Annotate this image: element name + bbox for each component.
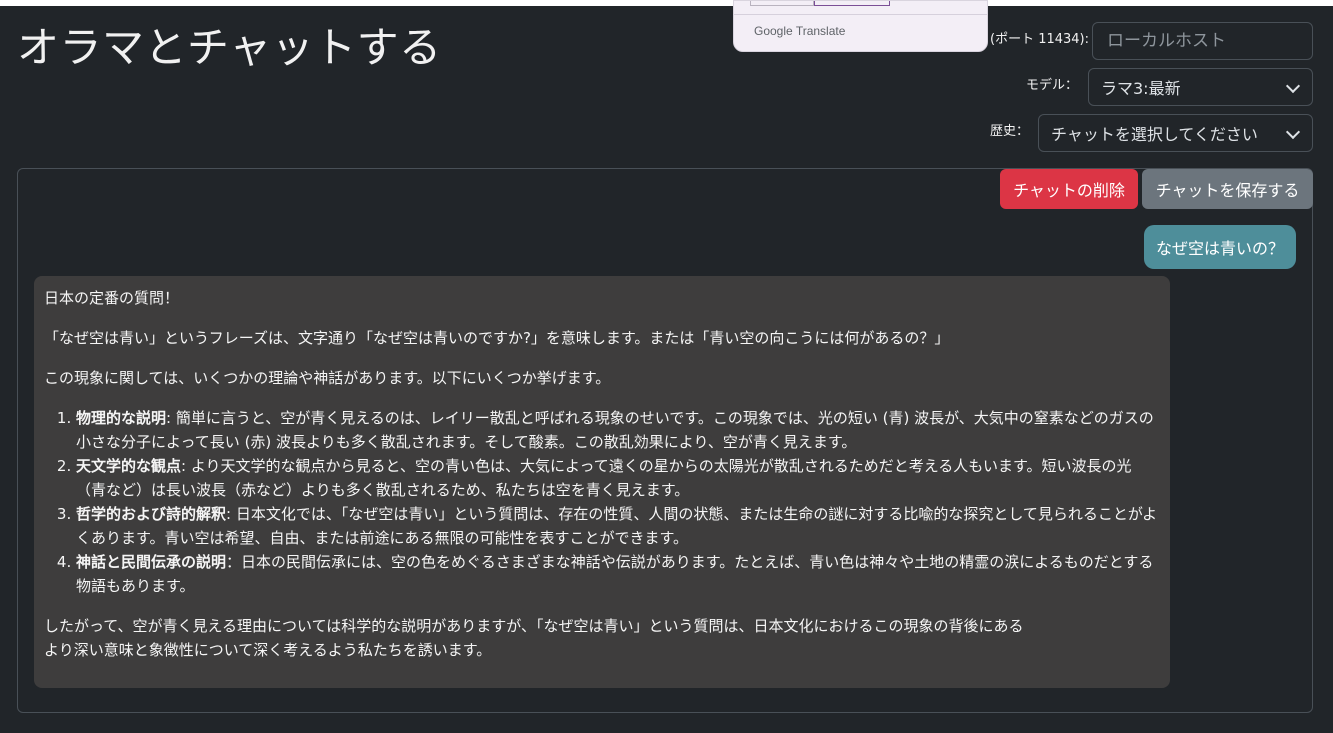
save-chat-button[interactable]: チャットを保存する [1142,169,1313,209]
response-list: 物理的な説明: 簡単に言うと、空が青く見えるのは、レイリー散乱と呼ばれる現象のせ… [44,406,1160,598]
chevron-down-icon [1285,124,1301,140]
google-translate-logo: Google Translate [754,24,845,38]
history-select[interactable]: チャットを選択してください [1038,114,1313,152]
translate-wordmark: Translate [795,24,846,38]
divider [734,14,987,15]
google-translate-popup: Google Translate [733,0,988,52]
list-item-text: ：日本の民間伝承には、空の色をめぐるさまざまな神話や伝説があります。たとえば、青… [76,553,1154,595]
page-title: オラマとチャットする [17,23,442,72]
list-item: 神話と民間伝承の説明：日本の民間伝承には、空の色をめぐるさまざまな神話や伝説があ… [76,550,1160,598]
host-label: (ポート 11434): [990,32,1090,47]
delete-chat-button[interactable]: チャットの削除 [1000,169,1138,209]
translate-tab[interactable] [750,1,814,6]
list-item-text: : 簡単に言うと、空が青く見えるのは、レイリー散乱と呼ばれる現象のせいです。この… [76,409,1154,451]
user-message-bubble: なぜ空は青いの？ [1143,225,1296,269]
assistant-message-bubble: 日本の定番の質問！ 「なぜ空は青い」というフレーズは、文字通り「なぜ空は青いので… [34,276,1170,688]
model-label: モデル： [1026,78,1079,93]
history-selected-value: チャットを選択してください [1051,125,1258,144]
google-wordmark: Google [754,24,793,38]
list-item-text: : より天文学的な観点から見ると、空の青い色は、大気によって遠くの星からの太陽光… [76,457,1132,499]
host-field[interactable] [1092,22,1313,60]
response-paragraph: この現象に関しては、いくつかの理論や神話があります。以下にいくつか挙げます。 [44,369,611,387]
list-item-title: 哲学的および詩的解釈 [76,505,227,523]
browser-top-edge [0,0,1333,6]
chat-panel: チャットの削除 チャットを保存する なぜ空は青いの？ 日本の定番の質問！ 「なぜ… [17,168,1313,713]
response-intro: 日本の定番の質問！ [44,289,180,307]
model-select[interactable]: ラマ3:最新 [1088,68,1313,106]
host-input[interactable] [1105,30,1300,52]
list-item-title: 物理的な説明 [76,409,167,427]
conclusion-line: したがって、空が青く見える理由については科学的な説明がありますが、「なぜ空は青い… [44,617,1024,635]
model-selected-value: ラマ3:最新 [1101,79,1181,98]
list-item: 哲学的および詩的解釈: 日本文化では、「なぜ空は青い」という質問は、存在の性質、… [76,502,1160,550]
chevron-down-icon [1285,78,1301,94]
history-label: 歴史： [990,124,1030,139]
list-item-title: 神話と民間伝承の説明 [76,553,227,571]
response-conclusion: したがって、空が青く見える理由については科学的な説明がありますが、「なぜ空は青い… [44,614,1160,662]
list-item: 物理的な説明: 簡単に言うと、空が青く見えるのは、レイリー散乱と呼ばれる現象のせ… [76,406,1160,454]
list-item-title: 天文学的な観点 [76,457,182,475]
list-item: 天文学的な観点: より天文学的な観点から見ると、空の青い色は、大気によって遠くの… [76,454,1160,502]
conclusion-line: より深い意味と象徴性について深く考えるよう私たちを誘います。 [44,641,492,659]
list-item-text: : 日本文化では、「なぜ空は青い」という質問は、存在の性質、人間の状態、または生… [76,505,1158,547]
response-paragraph: 「なぜ空は青い」というフレーズは、文字通り「なぜ空は青いのですか?」を意味します… [44,329,950,347]
translate-tab-active[interactable] [814,1,890,6]
